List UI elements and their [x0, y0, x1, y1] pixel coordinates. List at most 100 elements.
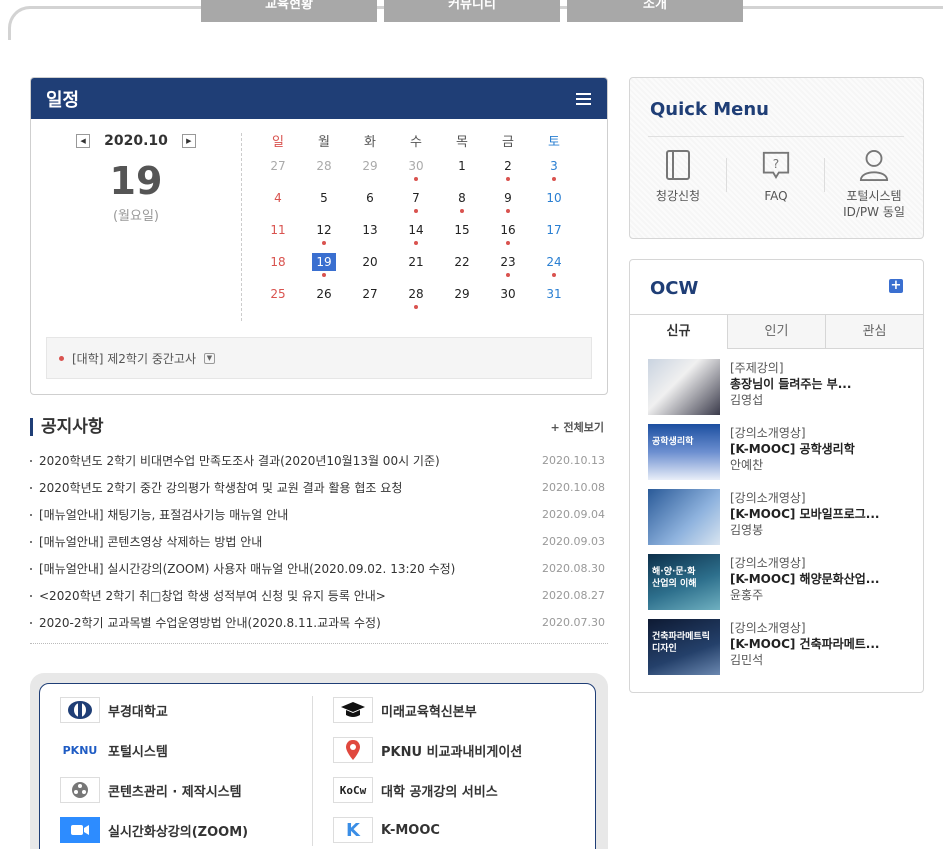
quick-portal[interactable]: 포털시스템 ID/PW 동일: [826, 148, 922, 220]
notice-item[interactable]: <2020학년 2학기 취□창업 학생 성적부여 신청 및 유지 등록 안내> 2…: [30, 582, 608, 609]
calendar-day[interactable]: 14: [393, 221, 439, 253]
calendar-day[interactable]: 17: [531, 221, 577, 253]
calendar-day[interactable]: 27: [347, 285, 393, 317]
selected-weekday: (월요일): [112, 209, 160, 224]
calendar-day[interactable]: 22: [439, 253, 485, 285]
notice-item-title[interactable]: 2020학년도 2학기 비대면수업 만족도조사 결과(2020년10월13월 0…: [39, 452, 440, 469]
schedule-panel: 일정 ◀ 2020.10 ▶ 19 (월요일) 일 월 화 수 목 금 토 27…: [30, 77, 608, 395]
event-dot-icon: [506, 241, 510, 245]
schedule-title: 일정: [46, 89, 80, 111]
event-text[interactable]: [대학] 제2학기 중간고사: [72, 350, 196, 367]
ocw-item[interactable]: 건축파라메트릭 디자인 [강의소개영상] [K-MOOC] 건축파라메트... 김민석: [648, 619, 908, 675]
ocw-thumbnail[interactable]: [648, 359, 720, 415]
chevron-down-icon[interactable]: ▼: [204, 352, 215, 364]
calendar-day[interactable]: 31: [531, 285, 577, 317]
ocw-item[interactable]: [주제강의] 총장님이 들려주는 부... 김영섭: [648, 359, 908, 415]
calendar-day[interactable]: 8: [439, 189, 485, 221]
notice-item[interactable]: [매뉴얼안내] 채팅기능, 표절검사기능 매뉴얼 안내 2020.09.04: [30, 501, 608, 528]
notice-item[interactable]: [매뉴얼안내] 콘텐츠영상 삭제하는 방법 안내 2020.09.03: [30, 528, 608, 555]
graduation-cap-icon: [333, 697, 373, 723]
calendar-day[interactable]: 20: [347, 253, 393, 285]
ocw-thumbnail[interactable]: 해·양·문·화 산업의 이해: [648, 554, 720, 610]
calendar-day-today[interactable]: 19: [301, 253, 347, 285]
calendar-day[interactable]: 21: [393, 253, 439, 285]
tab-interest[interactable]: 관심: [825, 315, 923, 348]
link-future-edu[interactable]: 미래교육혁신본부: [333, 697, 477, 723]
calendar-day[interactable]: 3: [531, 157, 577, 189]
weekday-label: 화: [364, 135, 376, 150]
calendar-day-number: 17: [546, 223, 562, 237]
calendar-day[interactable]: 29: [347, 157, 393, 189]
notice-item[interactable]: [매뉴얼안내] 실시간강의(ZOOM) 사용자 매뉴얼 안내(2020.09.0…: [30, 555, 608, 582]
tab-new[interactable]: 신규: [630, 315, 727, 349]
notice-item-title[interactable]: [매뉴얼안내] 콘텐츠영상 삭제하는 방법 안내: [39, 533, 262, 550]
notice-item[interactable]: 2020-2학기 교과목별 수업운영방법 안내(2020.8.11.교과목 수정…: [30, 609, 608, 636]
ocw-thumbnail-text: 해·양·문·화 산업의 이해: [652, 567, 697, 589]
ocw-title-text[interactable]: [K-MOOC] 건축파라메트...: [730, 636, 879, 652]
link-portal[interactable]: PKNU 포털시스템: [60, 737, 168, 763]
notice-item-title[interactable]: [매뉴얼안내] 채팅기능, 표절검사기능 매뉴얼 안내: [39, 506, 288, 523]
link-zoom[interactable]: 실시간화상강의(ZOOM): [60, 817, 248, 843]
prev-month-icon[interactable]: ◀: [76, 134, 91, 148]
notice-item[interactable]: 2020학년도 2학기 비대면수업 만족도조사 결과(2020년10월13월 0…: [30, 447, 608, 474]
calendar-day[interactable]: 30: [485, 285, 531, 317]
calendar-day[interactable]: 25: [255, 285, 301, 317]
ocw-thumbnail[interactable]: 건축파라메트릭 디자인: [648, 619, 720, 675]
calendar-day[interactable]: 2: [485, 157, 531, 189]
calendar-day[interactable]: 24: [531, 253, 577, 285]
calendar-day[interactable]: 28: [393, 285, 439, 317]
ocw-item[interactable]: 공학생리학 [강의소개영상] [K-MOOC] 공학생리학 안예찬: [648, 424, 908, 480]
tab-popular[interactable]: 인기: [727, 315, 825, 348]
calendar-day[interactable]: 28: [301, 157, 347, 189]
quick-faq[interactable]: ? FAQ: [728, 148, 824, 204]
tab-intro[interactable]: 소개: [567, 0, 743, 22]
calendar-day[interactable]: 5: [301, 189, 347, 221]
list-menu-icon[interactable]: [576, 92, 591, 105]
calendar-day[interactable]: 1: [439, 157, 485, 189]
ocw-title-text[interactable]: [K-MOOC] 모바일프로그...: [730, 506, 879, 522]
calendar-day[interactable]: 11: [255, 221, 301, 253]
calendar-day[interactable]: 12: [301, 221, 347, 253]
plus-icon[interactable]: +: [889, 279, 903, 293]
calendar-day[interactable]: 23: [485, 253, 531, 285]
calendar-day[interactable]: 10: [531, 189, 577, 221]
ocw-title-text[interactable]: [K-MOOC] 해양문화산업...: [730, 571, 879, 587]
ocw-thumbnail[interactable]: [648, 489, 720, 545]
tab-community[interactable]: 커뮤니티: [384, 0, 560, 22]
ocw-item[interactable]: 해·양·문·화 산업의 이해 [강의소개영상] [K-MOOC] 해양문화산업...…: [648, 554, 908, 610]
notice-item-title[interactable]: 2020학년도 2학기 중간 강의평가 학생참여 및 교원 결과 활용 협조 요…: [39, 479, 402, 496]
notice-item-title[interactable]: 2020-2학기 교과목별 수업운영방법 안내(2020.8.11.교과목 수정…: [39, 614, 381, 631]
next-month-icon[interactable]: ▶: [181, 134, 196, 148]
ocw-title-text[interactable]: 총장님이 들려주는 부...: [730, 376, 851, 392]
ocw-title-text[interactable]: [K-MOOC] 공학생리학: [730, 441, 855, 457]
notice-item-title[interactable]: <2020학년 2학기 취□창업 학생 성적부여 신청 및 유지 등록 안내>: [39, 587, 386, 604]
link-content-system[interactable]: 콘텐츠관리 · 제작시스템: [60, 777, 242, 803]
calendar-day[interactable]: 9: [485, 189, 531, 221]
calendar-day[interactable]: 4: [255, 189, 301, 221]
notice-item-title[interactable]: [매뉴얼안내] 실시간강의(ZOOM) 사용자 매뉴얼 안내(2020.09.0…: [39, 560, 455, 577]
calendar-day[interactable]: 29: [439, 285, 485, 317]
calendar-day[interactable]: 7: [393, 189, 439, 221]
calendar-day[interactable]: 6: [347, 189, 393, 221]
calendar-day[interactable]: 27: [255, 157, 301, 189]
link-kmooc[interactable]: K K-MOOC: [333, 817, 440, 843]
calendar-day[interactable]: 13: [347, 221, 393, 253]
link-navigation[interactable]: PKNU 비교과내비게이션: [333, 737, 522, 763]
tab-education-status[interactable]: 교육현황: [201, 0, 377, 22]
bullet-icon: [30, 513, 32, 516]
view-all-link[interactable]: + 전체보기: [550, 419, 604, 435]
calendar-day[interactable]: 26: [301, 285, 347, 317]
calendar-day[interactable]: 16: [485, 221, 531, 253]
calendar-grid: 일 월 화 수 목 금 토 27 28 29 30 1 2 3 4 5 6 7 8 9 10 11 12 13 1…: [255, 131, 577, 317]
link-kocw[interactable]: KoCw 대학 공개강의 서비스: [333, 777, 498, 803]
calendar-day[interactable]: 18: [255, 253, 301, 285]
quick-audit-request[interactable]: 청강신청: [630, 148, 726, 204]
link-pknu[interactable]: 부경대학교: [60, 697, 168, 723]
ocw-item[interactable]: [강의소개영상] [K-MOOC] 모바일프로그... 김영봉: [648, 489, 908, 545]
event-dot-icon: [414, 305, 418, 309]
event-dot-icon: [322, 273, 326, 277]
ocw-thumbnail[interactable]: 공학생리학: [648, 424, 720, 480]
calendar-day[interactable]: 30: [393, 157, 439, 189]
calendar-day[interactable]: 15: [439, 221, 485, 253]
notice-item[interactable]: 2020학년도 2학기 중간 강의평가 학생참여 및 교원 결과 활용 협조 요…: [30, 474, 608, 501]
